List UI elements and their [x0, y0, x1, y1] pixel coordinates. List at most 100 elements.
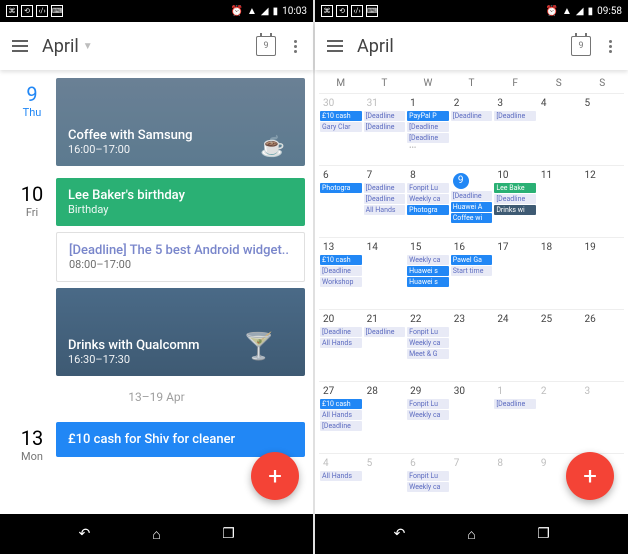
day-cell[interactable]: 21[Deadline — [363, 310, 407, 381]
event-chip[interactable]: Huawei s — [407, 266, 449, 276]
month-dropdown[interactable]: April▼ — [42, 36, 242, 57]
event-card[interactable]: £10 cash for Shiv for cleaner — [56, 422, 305, 457]
day-cell[interactable]: 6Photogra — [319, 166, 363, 237]
day-cell[interactable]: 7[Deadline[DeadlineAll Hands — [363, 166, 407, 237]
day-cell[interactable]: 16Pawel GaStart time — [450, 238, 494, 309]
event-chip[interactable]: Workshop — [320, 277, 362, 287]
event-chip[interactable]: [Deadline — [364, 111, 406, 121]
day-cell[interactable]: 20[DeadlineAll Hands — [319, 310, 363, 381]
day-cell[interactable]: 15Weekly caHuawei sHuawei s — [406, 238, 450, 309]
overflow-menu-icon[interactable] — [605, 40, 616, 53]
day-cell[interactable]: 6Fonpit LuWeekly ca — [406, 454, 450, 514]
event-chip[interactable]: Coffee wi — [451, 213, 493, 223]
home-button[interactable]: ⌂ — [146, 523, 168, 545]
day-cell[interactable]: 4 — [537, 94, 581, 165]
month-grid[interactable]: MTWTFSS30£10 cashGary Clar31[Deadline[De… — [315, 70, 628, 514]
day-cell[interactable]: 4All Hands — [319, 454, 363, 514]
day-cell[interactable]: 14 — [363, 238, 407, 309]
day-cell[interactable]: 25 — [537, 310, 581, 381]
event-chip[interactable]: PayPal P — [407, 111, 449, 121]
today-button[interactable]: 9 — [256, 36, 276, 56]
event-chip[interactable]: [Deadline — [364, 122, 406, 132]
day-cell[interactable]: 28 — [363, 382, 407, 453]
event-chip[interactable]: Weekly ca — [407, 194, 449, 204]
event-chip[interactable]: Photogra — [320, 183, 362, 193]
menu-icon[interactable] — [327, 40, 343, 52]
day-cell[interactable]: 1[Deadline — [493, 382, 537, 453]
event-chip[interactable]: [Deadline — [407, 133, 449, 143]
add-event-fab[interactable]: + — [566, 452, 614, 500]
event-chip[interactable]: [Deadline — [451, 191, 493, 201]
event-chip[interactable]: [Deadline — [364, 194, 406, 204]
day-cell[interactable]: 23 — [450, 310, 494, 381]
day-cell[interactable]: 8 — [493, 454, 537, 514]
event-chip[interactable]: [Deadline — [451, 111, 493, 121]
event-chip[interactable]: Pawel Ga — [451, 255, 493, 265]
event-chip[interactable]: [Deadline — [494, 399, 536, 409]
day-cell[interactable]: 8Fonpit LuWeekly caPhotogra — [406, 166, 450, 237]
day-cell[interactable]: 30£10 cashGary Clar — [319, 94, 363, 165]
day-cell[interactable]: 19 — [580, 238, 624, 309]
event-card[interactable]: Lee Baker's birthdayBirthday — [56, 178, 305, 226]
event-chip[interactable]: All Hands — [320, 471, 362, 481]
event-chip[interactable]: Huawei s — [407, 277, 449, 287]
day-cell[interactable]: 18 — [537, 238, 581, 309]
day-cell[interactable]: 24 — [493, 310, 537, 381]
event-chip[interactable]: £10 cash — [320, 111, 362, 121]
day-cell[interactable]: 7 — [450, 454, 494, 514]
event-chip[interactable]: Weekly ca — [407, 482, 449, 492]
day-cell[interactable]: 12 — [580, 166, 624, 237]
event-chip[interactable]: Weekly ca — [407, 338, 449, 348]
event-chip[interactable]: All Hands — [320, 410, 362, 420]
event-chip[interactable]: £10 cash — [320, 399, 362, 409]
event-chip[interactable]: [Deadline — [494, 111, 536, 121]
event-chip[interactable]: Start time — [451, 266, 493, 276]
back-button[interactable]: ↶ — [389, 523, 411, 545]
event-chip[interactable]: Gary Clar — [320, 122, 362, 132]
day-cell[interactable]: 29Fonpit LuWeekly ca — [406, 382, 450, 453]
event-chip[interactable]: £10 cash — [320, 255, 362, 265]
agenda-list[interactable]: 9Thu ☕ Coffee with Samsung16:00–17:00 10… — [0, 70, 313, 514]
back-button[interactable]: ↶ — [74, 523, 96, 545]
day-cell[interactable]: 3 — [580, 382, 624, 453]
event-chip[interactable]: [Deadline — [364, 183, 406, 193]
event-chip[interactable]: [Deadline — [320, 327, 362, 337]
month-dropdown[interactable]: April — [357, 36, 557, 57]
event-card[interactable]: [Deadline] The 5 best Android widget..08… — [56, 232, 305, 282]
day-cell[interactable]: 30 — [450, 382, 494, 453]
overflow-menu-icon[interactable] — [290, 40, 301, 53]
day-cell[interactable]: 5 — [363, 454, 407, 514]
today-button[interactable]: 9 — [571, 36, 591, 56]
event-chip[interactable]: [Deadline — [320, 421, 362, 431]
day-cell[interactable]: 31[Deadline[Deadline — [363, 94, 407, 165]
event-chip[interactable]: [Deadline — [320, 266, 362, 276]
event-chip[interactable]: All Hands — [364, 205, 406, 215]
recents-button[interactable]: ❐ — [218, 523, 240, 545]
day-cell[interactable]: 27£10 cashAll Hands[Deadline — [319, 382, 363, 453]
day-cell[interactable]: 13£10 cash[DeadlineWorkshop — [319, 238, 363, 309]
day-cell[interactable]: 22Fonpit LuWeekly caMeet & G — [406, 310, 450, 381]
day-cell[interactable]: 9[DeadlineHuawei ACoffee wi — [450, 166, 494, 237]
event-chip[interactable]: Huawei A — [451, 202, 493, 212]
day-cell[interactable]: 10Lee Bake[DeadlineDrinks wi — [493, 166, 537, 237]
event-card[interactable]: ☕ Coffee with Samsung16:00–17:00 — [56, 78, 305, 166]
event-chip[interactable]: Drinks wi — [494, 205, 536, 215]
home-button[interactable]: ⌂ — [461, 523, 483, 545]
day-cell[interactable]: 17 — [493, 238, 537, 309]
day-cell[interactable]: 2 — [537, 382, 581, 453]
day-cell[interactable]: 5 — [580, 94, 624, 165]
add-event-fab[interactable]: + — [251, 452, 299, 500]
event-chip[interactable]: Weekly ca — [407, 410, 449, 420]
event-chip[interactable]: Fonpit Lu — [407, 327, 449, 337]
day-cell[interactable]: 3[Deadline — [493, 94, 537, 165]
menu-icon[interactable] — [12, 40, 28, 52]
event-chip[interactable]: Lee Bake — [494, 183, 536, 193]
event-chip[interactable]: [Deadline — [364, 327, 406, 337]
event-chip[interactable]: Fonpit Lu — [407, 183, 449, 193]
event-card[interactable]: 🍸 Drinks with Qualcomm16:30–17:30 — [56, 288, 305, 376]
event-chip[interactable]: All Hands — [320, 338, 362, 348]
event-chip[interactable]: Meet & G — [407, 349, 449, 359]
day-cell[interactable]: 26 — [580, 310, 624, 381]
event-chip[interactable]: Fonpit Lu — [407, 471, 449, 481]
day-cell[interactable]: 1PayPal P[Deadline[Deadline••• — [406, 94, 450, 165]
